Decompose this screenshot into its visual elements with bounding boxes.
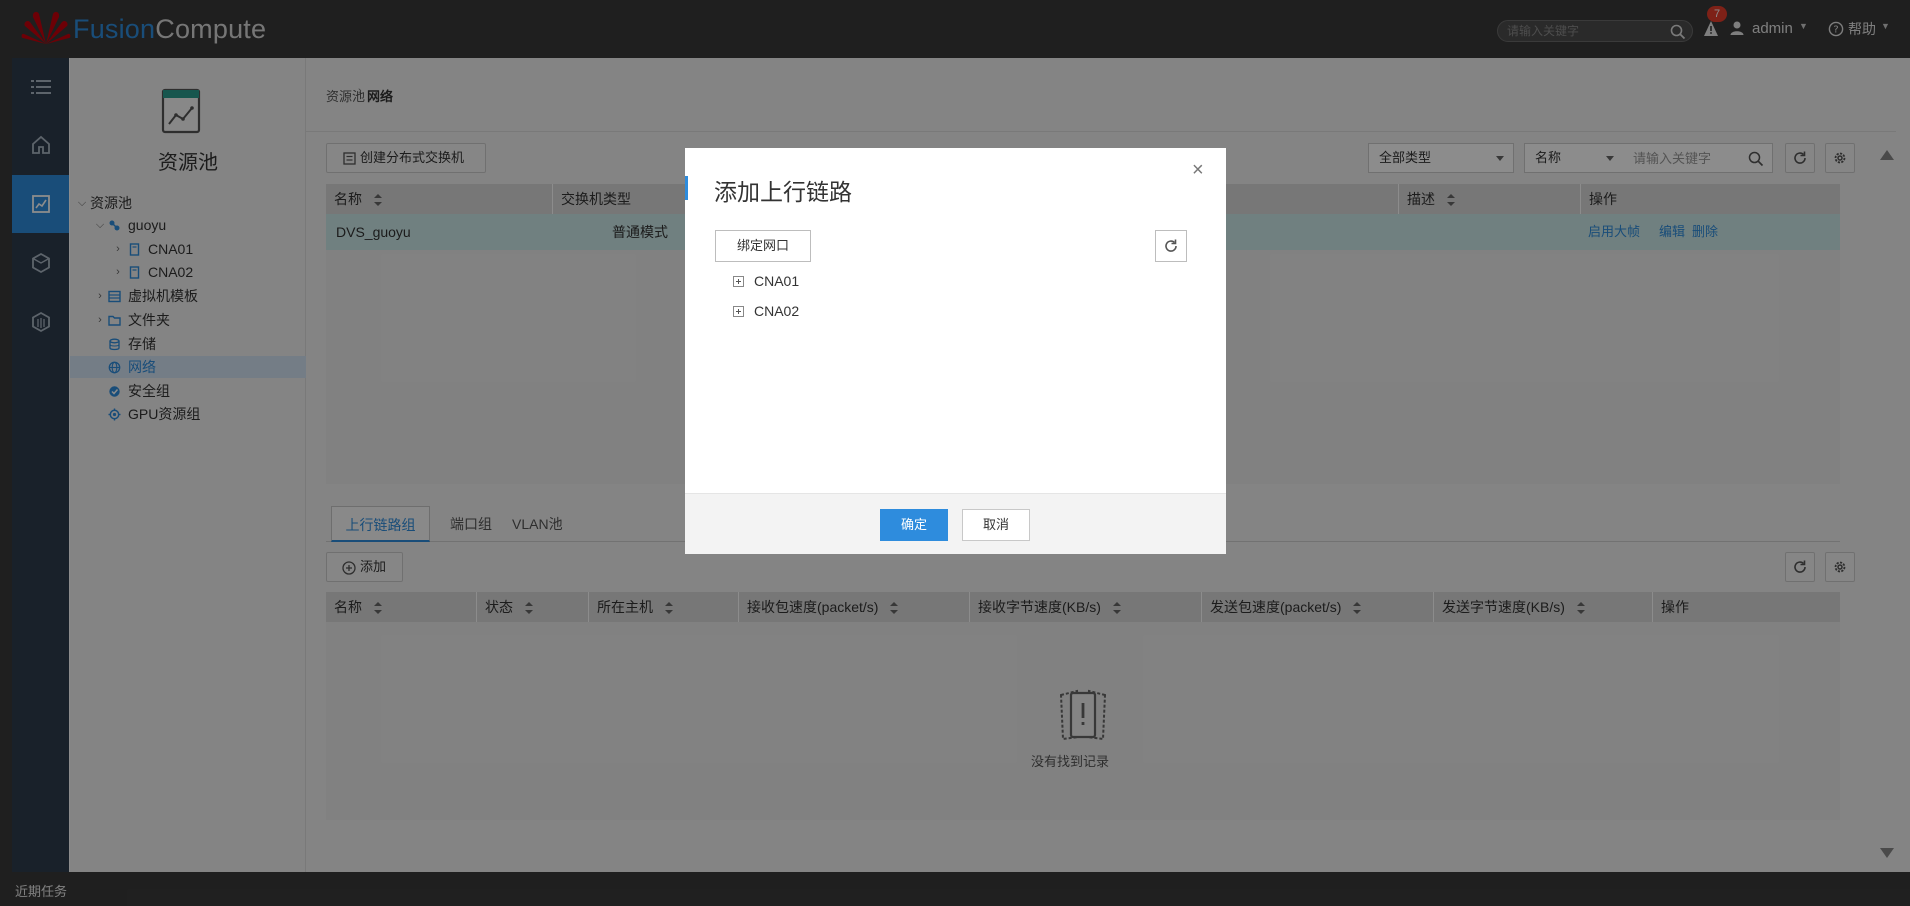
confirm-button[interactable]: 确定 bbox=[880, 509, 948, 541]
dialog-footer: 确定 取消 bbox=[685, 493, 1226, 554]
refresh-button[interactable] bbox=[1155, 230, 1187, 262]
node-label: CNA02 bbox=[754, 303, 800, 319]
title-accent-bar bbox=[685, 176, 688, 200]
dialog-title: 添加上行链路 bbox=[714, 179, 852, 205]
bind-nic-button[interactable]: 绑定网口 bbox=[715, 230, 811, 262]
cancel-button[interactable]: 取消 bbox=[962, 509, 1030, 541]
refresh-icon bbox=[1165, 239, 1177, 252]
node-label: CNA01 bbox=[754, 273, 800, 289]
expand-plus-icon[interactable] bbox=[733, 306, 744, 317]
close-icon[interactable]: × bbox=[1192, 160, 1204, 180]
add-uplink-dialog: 添加上行链路 × 绑定网口 CNA01 CNA02 确定 取消 bbox=[685, 148, 1226, 554]
expand-plus-icon[interactable] bbox=[733, 276, 744, 287]
